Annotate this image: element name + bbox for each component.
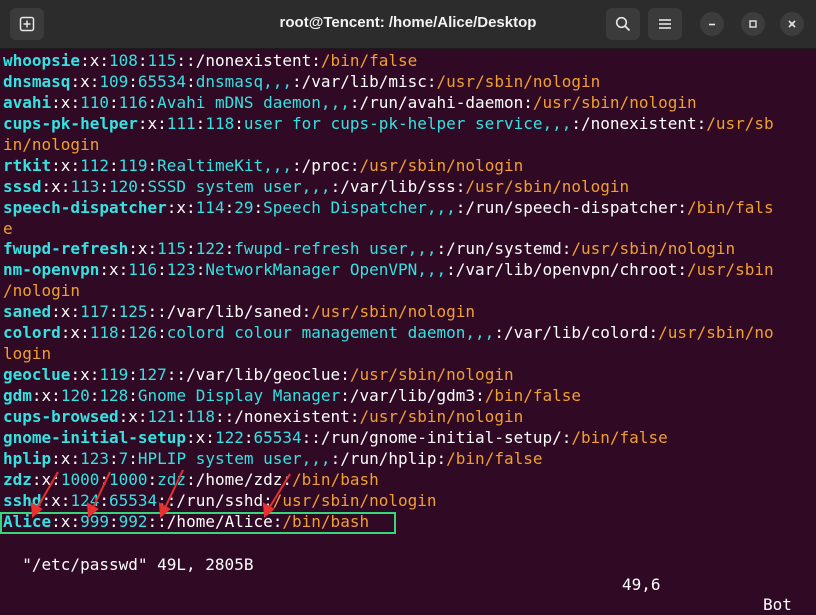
annotation-arrow xyxy=(267,473,291,511)
scroll-position: Bot xyxy=(763,595,792,614)
vim-status-line: "/etc/passwd" 49L, 2805B 49,6 Bot xyxy=(3,535,813,614)
cursor-position: 49,6 xyxy=(622,575,661,594)
file-info: "/etc/passwd" 49L, 2805B xyxy=(22,555,254,574)
annotation-arrow xyxy=(163,469,184,511)
annotation-arrow xyxy=(35,471,59,511)
annotation-arrow xyxy=(91,471,111,511)
annotation-arrows xyxy=(30,469,291,519)
